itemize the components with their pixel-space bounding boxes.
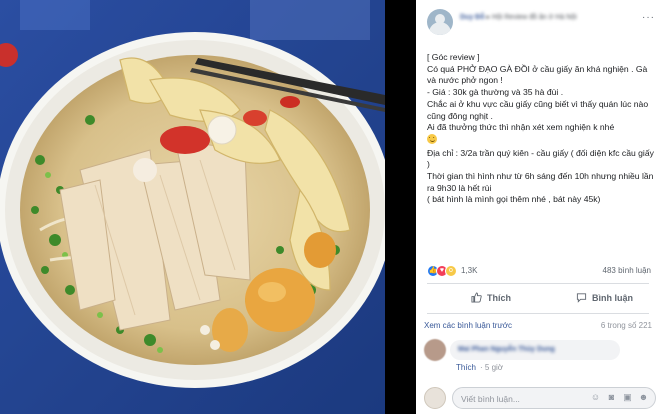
- post-photo[interactable]: [0, 0, 385, 414]
- comment-meta: Thích · 5 giờ: [456, 363, 503, 372]
- more-options-icon[interactable]: ···: [642, 12, 655, 23]
- comment-button[interactable]: Bình luận: [576, 292, 633, 303]
- comment-time: · 5 giờ: [480, 363, 504, 372]
- see-more-comments-link[interactable]: Xem các bình luận trước: [424, 321, 512, 330]
- write-comment-placeholder: Viết bình luận...: [461, 394, 520, 404]
- comment-like-link[interactable]: Thích: [456, 363, 476, 372]
- post-hours: Thời gian thì hình như từ 6h sáng đến 10…: [427, 171, 654, 193]
- post-body: [ Góc review ] Có quá PHỞ ĐẠO GÀ ĐỒI ở c…: [427, 52, 657, 206]
- comment-attachment-icons: ☺ ◙ ▣ ☻: [590, 392, 649, 403]
- reaction-count[interactable]: 1,3K: [461, 266, 477, 275]
- post-line: - Giá : 30k gà thường và 35 hà đùi .: [427, 87, 564, 98]
- post-header: Duy Đỗ ▸ Hội Review đồ ăn ở Hà Nội ···: [416, 0, 660, 38]
- author-name[interactable]: Duy Đỗ ▸ Hội Review đồ ăn ở Hà Nội: [460, 13, 577, 21]
- comment-label: Bình luận: [592, 292, 633, 303]
- post-line: [ Góc review ]: [427, 52, 480, 62]
- post-actions: Thích Bình luận: [427, 288, 649, 310]
- post-line: Có quá PHỞ ĐẠO GÀ ĐỒI ở cầu giấy ăn khá …: [427, 63, 648, 86]
- smiley-emoji-icon: [427, 133, 437, 144]
- divider: [427, 313, 649, 314]
- wow-reaction-icon[interactable]: o: [445, 265, 457, 277]
- comment-icon: [576, 293, 587, 303]
- post-address: Địa chỉ : 3/2a trần quý kiên - cầu giấy …: [427, 147, 654, 170]
- author-avatar[interactable]: [427, 9, 453, 35]
- divider: [427, 283, 649, 284]
- author-name-text[interactable]: Duy Đỗ: [460, 14, 485, 21]
- reactions-bar: 👍 ♥ o 1,3K 483 bình luận: [427, 264, 651, 278]
- sticker-icon[interactable]: ☻: [638, 392, 649, 403]
- like-label: Thích: [487, 292, 511, 303]
- pho-bowl-image: [0, 0, 385, 414]
- like-button[interactable]: Thích: [471, 292, 511, 303]
- commenter-avatar[interactable]: [424, 339, 446, 361]
- post-line: Chắc ai ở khu vực cầu giấy cũng biết vì …: [427, 98, 649, 121]
- post-panel: Duy Đỗ ▸ Hội Review đồ ăn ở Hà Nội ··· […: [416, 0, 660, 414]
- comment-bubble: Mai Phan Nguyễn Thùy Dung: [450, 340, 620, 360]
- thumbs-up-icon: [471, 292, 482, 303]
- comment-count-link[interactable]: 483 bình luận: [603, 266, 652, 275]
- commenter-name[interactable]: Mai Phan Nguyễn Thùy Dung: [458, 346, 555, 353]
- post-note: ( bát hình là mình gọi thêm nhé , bát nà…: [427, 194, 601, 205]
- group-name[interactable]: Hội Review đồ ăn ở Hà Nội: [492, 14, 577, 21]
- post-line: Ai đã thưởng thức thì nhận xét xem nghiệ…: [427, 122, 615, 133]
- camera-icon[interactable]: ◙: [606, 392, 617, 403]
- emoji-icon[interactable]: ☺: [590, 392, 601, 403]
- write-comment-input[interactable]: Viết bình luận... ☺ ◙ ▣ ☻: [452, 387, 656, 409]
- current-user-avatar: [424, 387, 446, 409]
- comment-pagination: 6 trong số 221: [600, 321, 652, 330]
- gif-icon[interactable]: ▣: [622, 392, 633, 403]
